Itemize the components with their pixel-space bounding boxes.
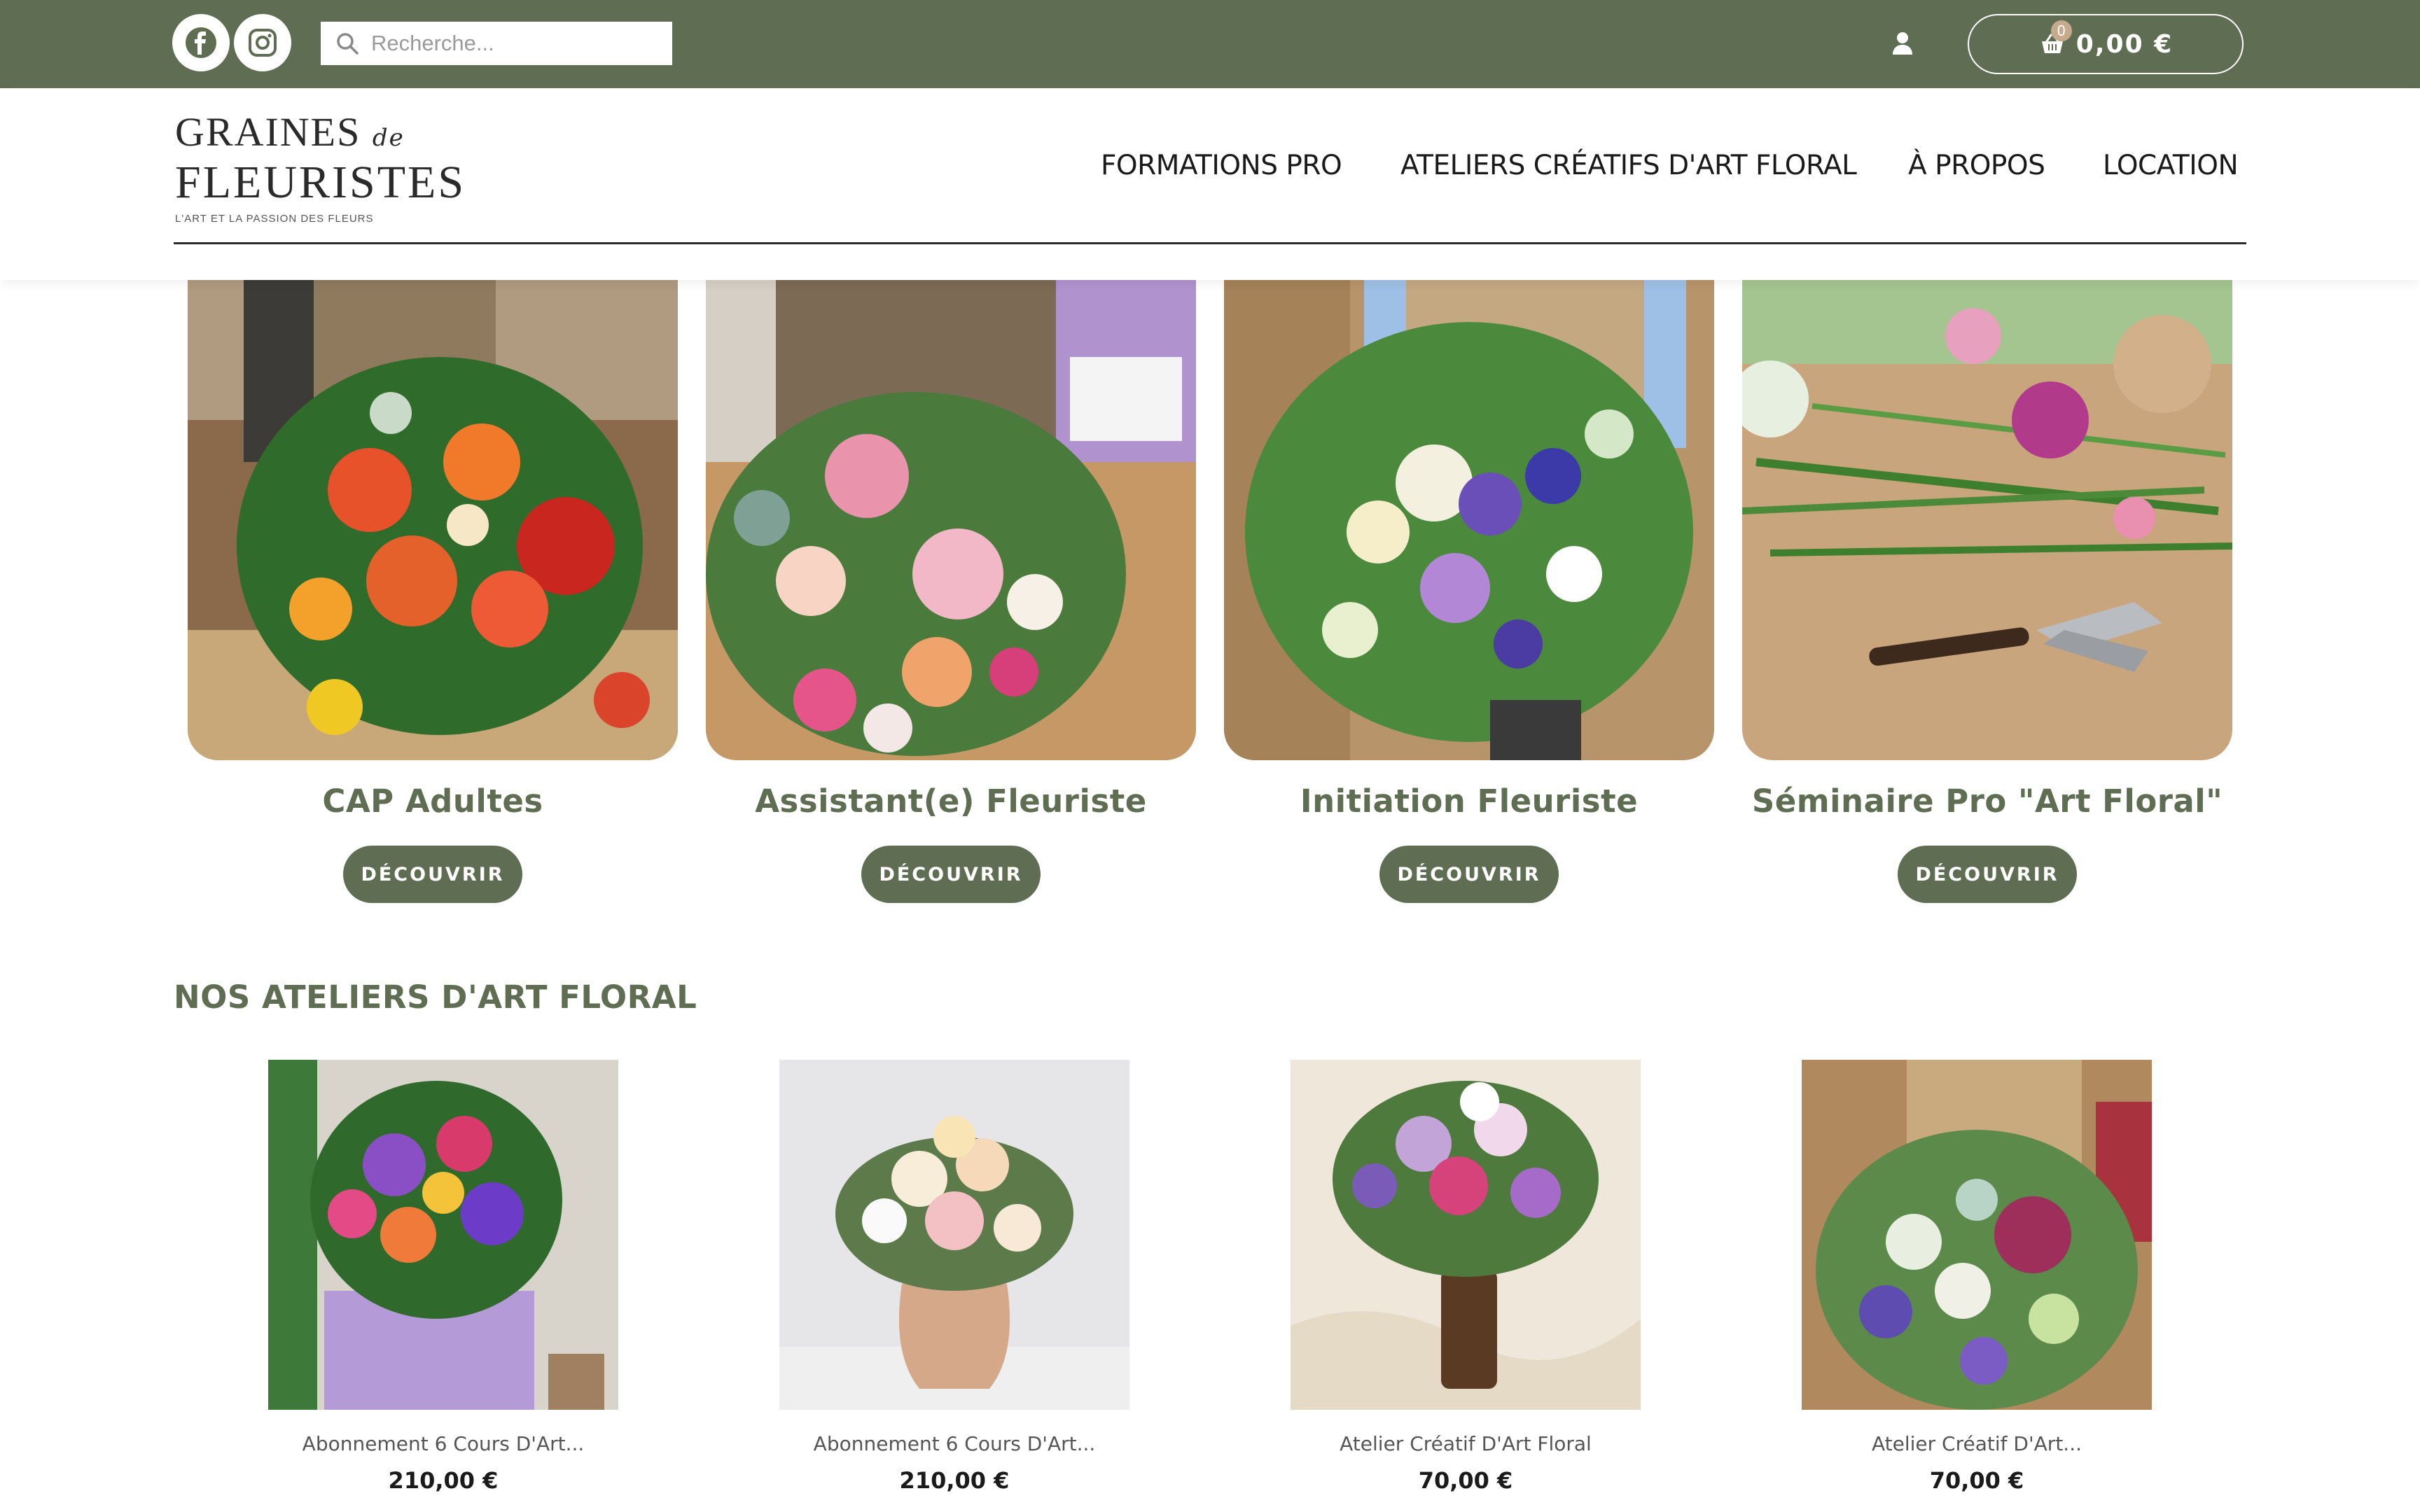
header-divider xyxy=(174,242,2246,244)
search-input[interactable] xyxy=(361,22,672,65)
logo-word-fleuristes: FLEURISTES xyxy=(175,157,466,208)
logo-tagline: L'ART ET LA PASSION DES FLEURS xyxy=(175,213,374,225)
nav-formations-pro[interactable]: FORMATIONS PRO xyxy=(1101,144,1342,186)
cart-count-badge: 0 xyxy=(2050,20,2072,41)
product-image[interactable] xyxy=(1802,1060,2152,1410)
formation-title: Initiation Fleuriste xyxy=(1300,783,1639,820)
formation-photo-bouquet[interactable] xyxy=(188,280,678,760)
product-name[interactable]: Atelier Créatif D'Art... xyxy=(1760,1432,2194,1455)
search-box xyxy=(321,22,672,65)
formation-card: Séminaire Pro "Art Floral" DÉCOUVRIR xyxy=(1742,280,2232,903)
formation-photo-bouquet[interactable] xyxy=(706,280,1196,760)
formation-photo-workshop[interactable] xyxy=(1742,280,2232,760)
product-image[interactable] xyxy=(1291,1060,1641,1410)
brand-logo[interactable]: GRAINES de FLEURISTES L'ART ET LA PASSIO… xyxy=(175,112,466,238)
product-price: 70,00 € xyxy=(1418,1467,1513,1494)
section-heading-ateliers: NOS ATELIERS D'ART FLORAL xyxy=(174,979,697,1016)
user-icon xyxy=(1891,31,1914,55)
product-card[interactable]: Atelier Créatif D'Art Floral 70,00 € xyxy=(1291,1060,1641,1494)
cart-total: 0,00 € xyxy=(2075,29,2174,59)
decouvrir-button[interactable]: DÉCOUVRIR xyxy=(343,846,522,903)
instagram-link[interactable] xyxy=(234,14,291,71)
product-image[interactable] xyxy=(779,1060,1129,1410)
formation-title: Séminaire Pro "Art Floral" xyxy=(1751,783,2223,820)
site-header: GRAINES de FLEURISTES L'ART ET LA PASSIO… xyxy=(0,88,2420,280)
product-name[interactable]: Atelier Créatif D'Art Floral xyxy=(1249,1432,1683,1455)
decouvrir-button[interactable]: DÉCOUVRIR xyxy=(861,846,1041,903)
product-name[interactable]: Abonnement 6 Cours D'Art... xyxy=(226,1432,660,1455)
formation-card: CAP Adultes DÉCOUVRIR xyxy=(188,280,678,903)
formation-card: Assistant(e) Fleuriste DÉCOUVRIR xyxy=(706,280,1196,903)
product-image[interactable] xyxy=(268,1060,618,1410)
instagram-icon xyxy=(247,27,278,58)
basket-icon: 0 xyxy=(2038,20,2072,58)
account-button[interactable] xyxy=(1886,27,1919,59)
logo-word-graines: GRAINES xyxy=(175,109,361,155)
top-bar: 0 0,00 € xyxy=(0,0,2420,88)
facebook-link[interactable] xyxy=(172,14,230,71)
formation-title: CAP Adultes xyxy=(322,783,543,820)
product-card[interactable]: Atelier Créatif D'Art... 70,00 € xyxy=(1802,1060,2152,1494)
nav-location[interactable]: LOCATION xyxy=(2103,144,2239,186)
decouvrir-button[interactable]: DÉCOUVRIR xyxy=(1898,846,2077,903)
formation-title: Assistant(e) Fleuriste xyxy=(755,783,1147,820)
product-price: 210,00 € xyxy=(388,1467,499,1494)
product-price: 70,00 € xyxy=(1929,1467,2024,1494)
product-card[interactable]: Abonnement 6 Cours D'Art... 210,00 € xyxy=(268,1060,618,1494)
nav-a-propos[interactable]: À PROPOS xyxy=(1908,144,2045,186)
nav-ateliers-creatifs[interactable]: ATELIERS CRÉATIFS D'ART FLORAL xyxy=(1400,144,1857,186)
facebook-icon xyxy=(184,26,218,59)
logo-word-de: de xyxy=(372,124,405,152)
logo-line-1: GRAINES de xyxy=(175,112,455,158)
formation-photo-bouquet[interactable] xyxy=(1224,280,1714,760)
formation-card: Initiation Fleuriste DÉCOUVRIR xyxy=(1224,280,1714,903)
cart-button[interactable]: 0 0,00 € xyxy=(1968,14,2244,74)
product-card[interactable]: Abonnement 6 Cours D'Art... 210,00 € xyxy=(779,1060,1129,1494)
search-icon[interactable] xyxy=(333,29,361,57)
product-price: 210,00 € xyxy=(899,1467,1010,1494)
product-name[interactable]: Abonnement 6 Cours D'Art... xyxy=(737,1432,1171,1455)
decouvrir-button[interactable]: DÉCOUVRIR xyxy=(1379,846,1559,903)
